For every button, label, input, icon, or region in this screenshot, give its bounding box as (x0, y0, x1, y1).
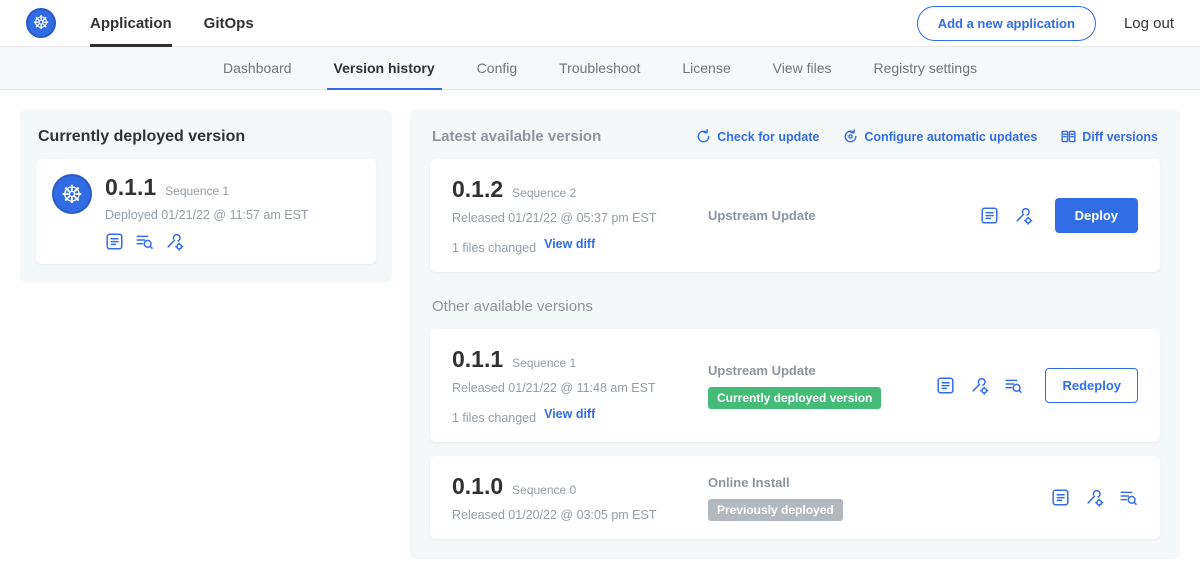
subnav-item-registry-settings[interactable]: Registry settings (853, 47, 998, 89)
deployed-version-info: 0.1.1 Sequence 1 Deployed 01/21/22 @ 11:… (105, 174, 309, 251)
version-source: Upstream Update Currently deployed versi… (708, 363, 936, 409)
subnav-item-view-files[interactable]: View files (752, 47, 853, 89)
release-notes-icon[interactable] (1051, 488, 1070, 507)
files-changed-label: 1 files changed (452, 411, 536, 425)
source-label: Upstream Update (708, 208, 970, 223)
check-for-update-link[interactable]: Check for update (696, 129, 819, 144)
subnav-item-troubleshoot[interactable]: Troubleshoot (538, 47, 661, 89)
released-line: Released 01/21/22 @ 11:48 am EST (452, 381, 708, 395)
deployed-version-number: 0.1.1 (105, 174, 156, 201)
currently-deployed-badge: Currently deployed version (708, 387, 881, 409)
subnav-item-license[interactable]: License (661, 47, 751, 89)
released-line: Released 01/21/22 @ 05:37 pm EST (452, 211, 708, 225)
version-actions (1051, 488, 1138, 507)
deployed-icon-row (105, 232, 309, 251)
available-panel-header: Latest available version Check for updat… (430, 126, 1160, 145)
version-info: 0.1.2 Sequence 2 Released 01/21/22 @ 05:… (452, 176, 708, 255)
config-icon[interactable] (1085, 488, 1104, 507)
sequence-label: Sequence 2 (512, 186, 576, 200)
tab-gitops[interactable]: GitOps (204, 0, 254, 47)
kubernetes-wheel-glyph: ☸ (61, 182, 83, 207)
previously-deployed-badge: Previously deployed (708, 499, 843, 521)
view-diff-link[interactable]: View diff (544, 237, 595, 251)
subnav-item-dashboard[interactable]: Dashboard (202, 47, 313, 89)
version-card-previous: 0.1.0 Sequence 0 Released 01/20/22 @ 03:… (430, 456, 1160, 539)
deployed-date-line: Deployed 01/21/22 @ 11:57 am EST (105, 208, 309, 222)
top-navbar: ☸ Application GitOps Add a new applicati… (0, 0, 1200, 47)
version-row: 0.1.1 Sequence 1 (105, 174, 309, 201)
release-notes-icon[interactable] (936, 376, 955, 395)
auto-update-icon (843, 129, 858, 144)
version-card-latest: 0.1.2 Sequence 2 Released 01/21/22 @ 05:… (430, 159, 1160, 272)
preflight-checks-icon[interactable] (1004, 376, 1023, 395)
available-versions-panel: Latest available version Check for updat… (410, 110, 1180, 559)
deployed-sequence-label: Sequence 1 (165, 184, 229, 198)
app-icon: ☸ (52, 174, 92, 214)
version-row: 0.1.0 Sequence 0 (452, 473, 708, 500)
app-subnav: Dashboard Version history Config Trouble… (0, 47, 1200, 90)
diff-versions-link[interactable]: Diff versions (1061, 129, 1158, 144)
version-actions: Redeploy (936, 368, 1138, 403)
config-icon[interactable] (1014, 206, 1033, 225)
refresh-icon (696, 129, 711, 144)
kubernetes-logo-icon: ☸ (26, 8, 56, 38)
version-info: 0.1.0 Sequence 0 Released 01/20/22 @ 03:… (452, 473, 708, 522)
add-application-button[interactable]: Add a new application (917, 6, 1096, 41)
source-label: Online Install (708, 475, 1041, 490)
logout-button[interactable]: Log out (1124, 15, 1174, 32)
deployed-version-card: ☸ 0.1.1 Sequence 1 Deployed 01/21/22 @ 1… (36, 159, 376, 264)
released-line: Released 01/20/22 @ 03:05 pm EST (452, 508, 708, 522)
sequence-label: Sequence 0 (512, 483, 576, 497)
latest-available-title: Latest available version (432, 128, 601, 145)
config-icon[interactable] (165, 232, 184, 251)
release-notes-icon[interactable] (980, 206, 999, 225)
other-available-versions-title: Other available versions (432, 298, 1158, 315)
version-source: Upstream Update (708, 208, 980, 223)
view-diff-link[interactable]: View diff (544, 407, 595, 421)
version-number: 0.1.1 (452, 346, 503, 373)
deployed-panel-title: Currently deployed version (36, 126, 376, 146)
kubernetes-wheel-glyph: ☸ (32, 14, 49, 33)
preflight-checks-icon[interactable] (1119, 488, 1138, 507)
source-label: Upstream Update (708, 363, 926, 378)
configure-automatic-updates-label: Configure automatic updates (864, 130, 1037, 144)
preflight-checks-icon[interactable] (135, 232, 154, 251)
version-card-deployed: 0.1.1 Sequence 1 Released 01/21/22 @ 11:… (430, 329, 1160, 442)
version-source: Online Install Previously deployed (708, 475, 1051, 521)
subnav-item-config[interactable]: Config (456, 47, 538, 89)
diff-icon (1061, 129, 1076, 144)
version-actions: Deploy (980, 198, 1138, 233)
version-number: 0.1.0 (452, 473, 503, 500)
currently-deployed-panel: Currently deployed version ☸ 0.1.1 Seque… (20, 110, 392, 282)
version-row: 0.1.2 Sequence 2 (452, 176, 708, 203)
version-number: 0.1.2 (452, 176, 503, 203)
files-changed-row: 1 files changed View diff (452, 403, 708, 425)
release-notes-icon[interactable] (105, 232, 124, 251)
version-row: 0.1.1 Sequence 1 (452, 346, 708, 373)
main-content: Currently deployed version ☸ 0.1.1 Seque… (0, 90, 1200, 579)
version-info: 0.1.1 Sequence 1 Released 01/21/22 @ 11:… (452, 346, 708, 425)
redeploy-button[interactable]: Redeploy (1045, 368, 1138, 403)
tab-application[interactable]: Application (90, 0, 172, 47)
header-actions: Check for update Configure automatic upd… (696, 129, 1158, 144)
diff-versions-label: Diff versions (1082, 130, 1158, 144)
config-icon[interactable] (970, 376, 989, 395)
check-for-update-label: Check for update (717, 130, 819, 144)
deploy-button[interactable]: Deploy (1055, 198, 1138, 233)
subnav-item-version-history[interactable]: Version history (313, 47, 456, 89)
configure-automatic-updates-link[interactable]: Configure automatic updates (843, 129, 1037, 144)
files-changed-row: 1 files changed View diff (452, 233, 708, 255)
files-changed-label: 1 files changed (452, 241, 536, 255)
sequence-label: Sequence 1 (512, 356, 576, 370)
